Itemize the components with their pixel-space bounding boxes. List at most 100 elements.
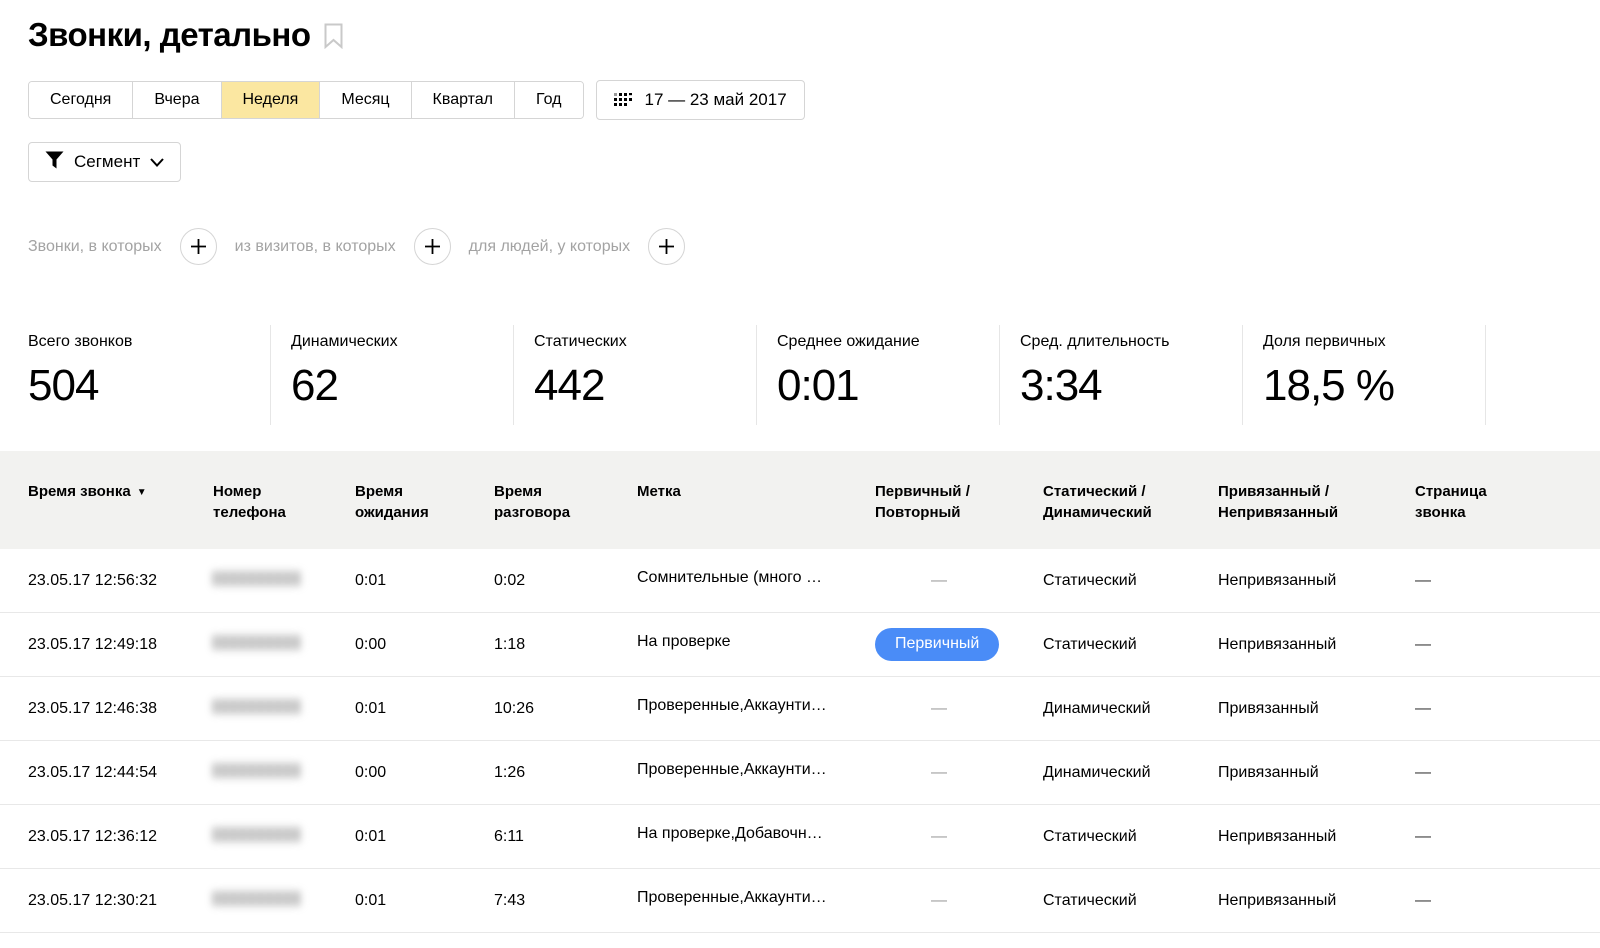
- column-header-primary[interactable]: Первичный / Повторный: [875, 481, 1043, 549]
- wait-time: 0:00: [355, 636, 494, 654]
- phone-cell: [213, 571, 355, 591]
- plus-icon: [658, 238, 675, 255]
- call-page: —: [1415, 828, 1600, 846]
- column-header-page[interactable]: Страница звонка: [1415, 481, 1600, 549]
- tab-year[interactable]: Год: [514, 82, 582, 118]
- phone-number-blurred: [213, 827, 301, 842]
- call-label: На проверке,Добавочн…: [637, 825, 875, 848]
- column-header-talk[interactable]: Время разговора: [494, 481, 637, 549]
- tab-week[interactable]: Неделя: [221, 82, 320, 118]
- call-label: Проверенные,Аккаунти…: [637, 889, 875, 912]
- table-header-row: Время звонка▼ Номер телефона Время ожида…: [0, 451, 1600, 549]
- phone-number-blurred: [213, 763, 301, 778]
- call-time: 23.05.17 12:30:21: [28, 892, 213, 910]
- call-time: 23.05.17 12:36:12: [28, 828, 213, 846]
- static-dynamic: Динамический: [1043, 700, 1218, 718]
- phone-number-blurred: [213, 891, 301, 906]
- metric-value: 442: [534, 361, 756, 411]
- bookmark-icon[interactable]: [324, 23, 343, 54]
- static-dynamic: Статический: [1043, 828, 1218, 846]
- calendar-grid-icon: [614, 93, 633, 108]
- phone-cell: [213, 891, 355, 911]
- call-label: Проверенные,Аккаунти…: [637, 697, 875, 720]
- metric-value: 62: [291, 361, 513, 411]
- linked-status: Непривязанный: [1218, 572, 1415, 590]
- phone-cell: [213, 635, 355, 655]
- phone-number-blurred: [213, 571, 301, 586]
- segment-button[interactable]: Сегмент: [28, 142, 181, 182]
- phone-cell: [213, 699, 355, 719]
- talk-time: 0:02: [494, 572, 637, 590]
- column-header-call-time[interactable]: Время звонка▼: [28, 481, 213, 549]
- talk-time: 7:43: [494, 892, 637, 910]
- tab-today[interactable]: Сегодня: [29, 82, 132, 118]
- column-header-static[interactable]: Статический / Динамический: [1043, 481, 1218, 549]
- static-dynamic: Динамический: [1043, 764, 1218, 782]
- add-call-filter-button[interactable]: [180, 228, 217, 265]
- table-row[interactable]: 23.05.17 12:49:18 0:00 1:18 На проверке …: [0, 613, 1600, 677]
- phone-cell: [213, 763, 355, 783]
- add-visit-filter-button[interactable]: [414, 228, 451, 265]
- metric-label: Динамических: [291, 333, 513, 351]
- linked-status: Непривязанный: [1218, 892, 1415, 910]
- filter-builder: Звонки, в которых из визитов, в которых …: [28, 228, 1600, 265]
- filter-label-calls: Звонки, в которых: [28, 238, 162, 256]
- tab-month[interactable]: Месяц: [319, 82, 410, 118]
- primary-cell: —: [875, 700, 1043, 718]
- chevron-down-icon: [150, 152, 164, 172]
- column-header-wait[interactable]: Время ожидания: [355, 481, 494, 549]
- linked-status: Привязанный: [1218, 764, 1415, 782]
- call-label: На проверке: [637, 633, 875, 656]
- call-page: —: [1415, 892, 1600, 910]
- metric-label: Сред. длительность: [1020, 333, 1242, 351]
- page-title: Звонки, детально: [28, 16, 310, 54]
- column-header-phone[interactable]: Номер телефона: [213, 481, 355, 549]
- table-row[interactable]: 23.05.17 12:44:54 0:00 1:26 Проверенные,…: [0, 741, 1600, 805]
- linked-status: Непривязанный: [1218, 828, 1415, 846]
- metric-dynamic: Динамических 62: [271, 325, 514, 425]
- metric-label: Статических: [534, 333, 756, 351]
- call-page: —: [1415, 764, 1600, 782]
- table-row[interactable]: 23.05.17 12:56:32 0:01 0:02 Сомнительные…: [0, 549, 1600, 613]
- metric-label: Всего звонков: [28, 333, 270, 351]
- phone-cell: [213, 827, 355, 847]
- table-row[interactable]: 23.05.17 12:46:38 0:01 10:26 Проверенные…: [0, 677, 1600, 741]
- talk-time: 6:11: [494, 828, 637, 846]
- page-header: Звонки, детально: [0, 0, 1600, 54]
- add-people-filter-button[interactable]: [648, 228, 685, 265]
- metric-first-call-share: Доля первичных 18,5 %: [1243, 325, 1486, 425]
- call-time: 23.05.17 12:56:32: [28, 572, 213, 590]
- table-row[interactable]: 23.05.17 12:30:21 0:01 7:43 Проверенные,…: [0, 869, 1600, 933]
- plus-icon: [424, 238, 441, 255]
- metric-label: Среднее ожидание: [777, 333, 999, 351]
- call-page: —: [1415, 572, 1600, 590]
- wait-time: 0:00: [355, 764, 494, 782]
- metric-value: 18,5 %: [1263, 361, 1485, 411]
- primary-cell: —: [875, 828, 1043, 846]
- call-page: —: [1415, 700, 1600, 718]
- metric-value: 504: [28, 361, 270, 411]
- calls-table: Время звонка▼ Номер телефона Время ожида…: [0, 451, 1600, 933]
- call-label: Сомнительные (много …: [637, 569, 875, 592]
- date-range-label: 17 — 23 май 2017: [645, 90, 787, 110]
- call-time: 23.05.17 12:46:38: [28, 700, 213, 718]
- talk-time: 1:18: [494, 636, 637, 654]
- column-header-label[interactable]: Метка: [637, 481, 875, 549]
- primary-cell: Первичный: [875, 628, 1043, 661]
- column-header-linked[interactable]: Привязанный / Непривязанный: [1218, 481, 1415, 549]
- metric-value: 0:01: [777, 361, 999, 411]
- tab-yesterday[interactable]: Вчера: [132, 82, 220, 118]
- call-label: Проверенные,Аккаунти…: [637, 761, 875, 784]
- primary-call-badge: Первичный: [875, 628, 999, 661]
- talk-time: 10:26: [494, 700, 637, 718]
- period-controls: Сегодня Вчера Неделя Месяц Квартал Год 1…: [28, 80, 1600, 120]
- wait-time: 0:01: [355, 700, 494, 718]
- filter-label-visits: из визитов, в которых: [235, 238, 396, 256]
- metric-label: Доля первичных: [1263, 333, 1485, 351]
- wait-time: 0:01: [355, 572, 494, 590]
- tab-quarter[interactable]: Квартал: [411, 82, 514, 118]
- static-dynamic: Статический: [1043, 572, 1218, 590]
- date-range-picker[interactable]: 17 — 23 май 2017: [596, 80, 805, 120]
- table-row[interactable]: 23.05.17 12:36:12 0:01 6:11 На проверке,…: [0, 805, 1600, 869]
- primary-cell: —: [875, 572, 1043, 590]
